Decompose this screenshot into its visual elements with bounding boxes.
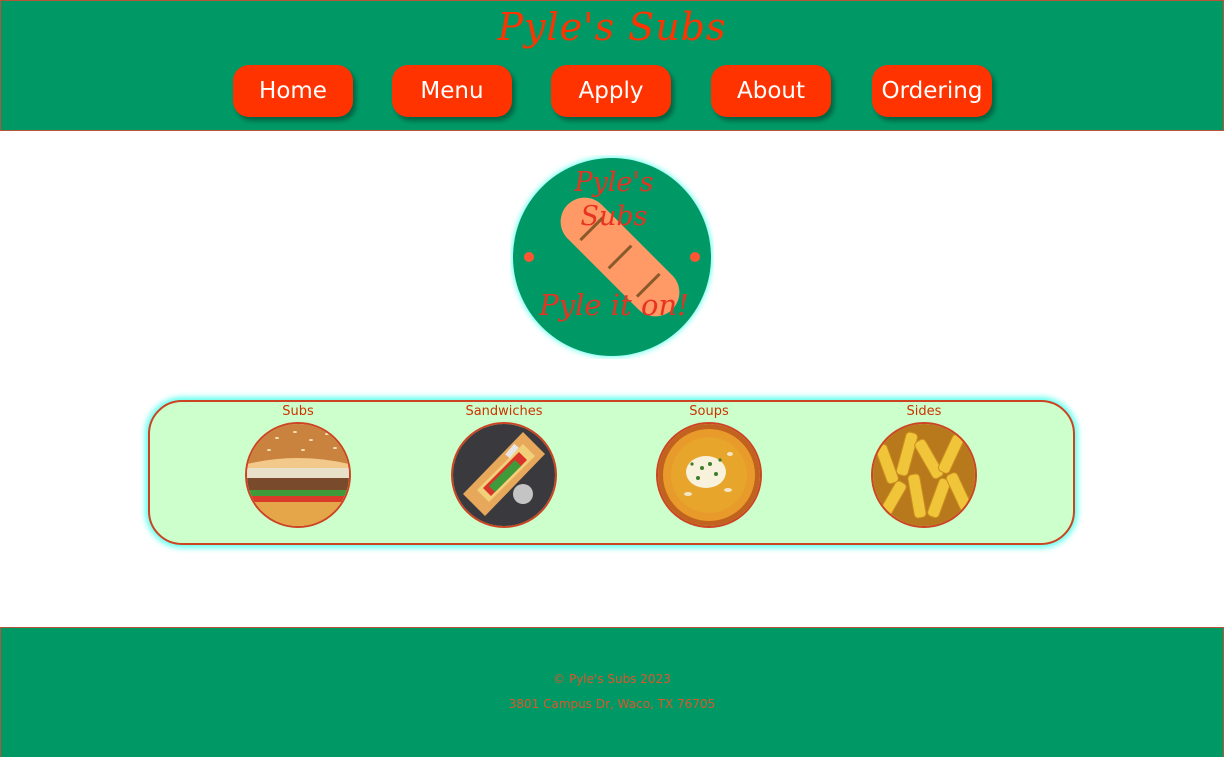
footer-address: 3801 Campus Dr, Waco, TX 76705 [508,697,716,711]
categories-panel: Subs Sandwiches Soups Sides [148,400,1075,545]
sandwich-photo-icon[interactable] [451,422,557,528]
logo-dot-left [524,252,534,262]
main-nav: Home Menu Apply About Ordering [1,65,1223,117]
category-label: Subs [282,404,314,419]
logo-line1: Pyle's [573,167,653,198]
category-label: Sandwiches [465,404,543,419]
fries-photo-icon[interactable] [871,422,977,528]
nav-menu-button[interactable]: Menu [392,65,512,117]
logo-tagline: Pyle it on! [538,288,689,322]
nav-about-button[interactable]: About [711,65,831,117]
category-soups[interactable]: Soups [649,402,769,528]
nav-ordering-button[interactable]: Ordering [872,65,992,117]
category-label: Sides [906,404,942,419]
logo-line2: Subs [580,201,647,232]
footer-copyright: © Pyle's Subs 2023 [553,672,671,686]
category-subs[interactable]: Subs [238,402,358,528]
category-sandwiches[interactable]: Sandwiches [444,402,564,528]
site-title: Pyle's Subs [497,5,727,49]
logo-dot-right [690,252,700,262]
site-footer: © Pyle's Subs 2023 3801 Campus Dr, Waco,… [0,627,1224,757]
nav-apply-button[interactable]: Apply [551,65,671,117]
nav-home-button[interactable]: Home [233,65,353,117]
sub-sandwich-photo-icon[interactable] [245,422,351,528]
category-sides[interactable]: Sides [864,402,984,528]
logo: Pyle's Subs Pyle it on! [512,157,712,357]
category-label: Soups [689,404,729,419]
soup-bowl-photo-icon[interactable] [656,422,762,528]
site-header: Pyle's Subs Home Menu Apply About Orderi… [0,0,1224,131]
